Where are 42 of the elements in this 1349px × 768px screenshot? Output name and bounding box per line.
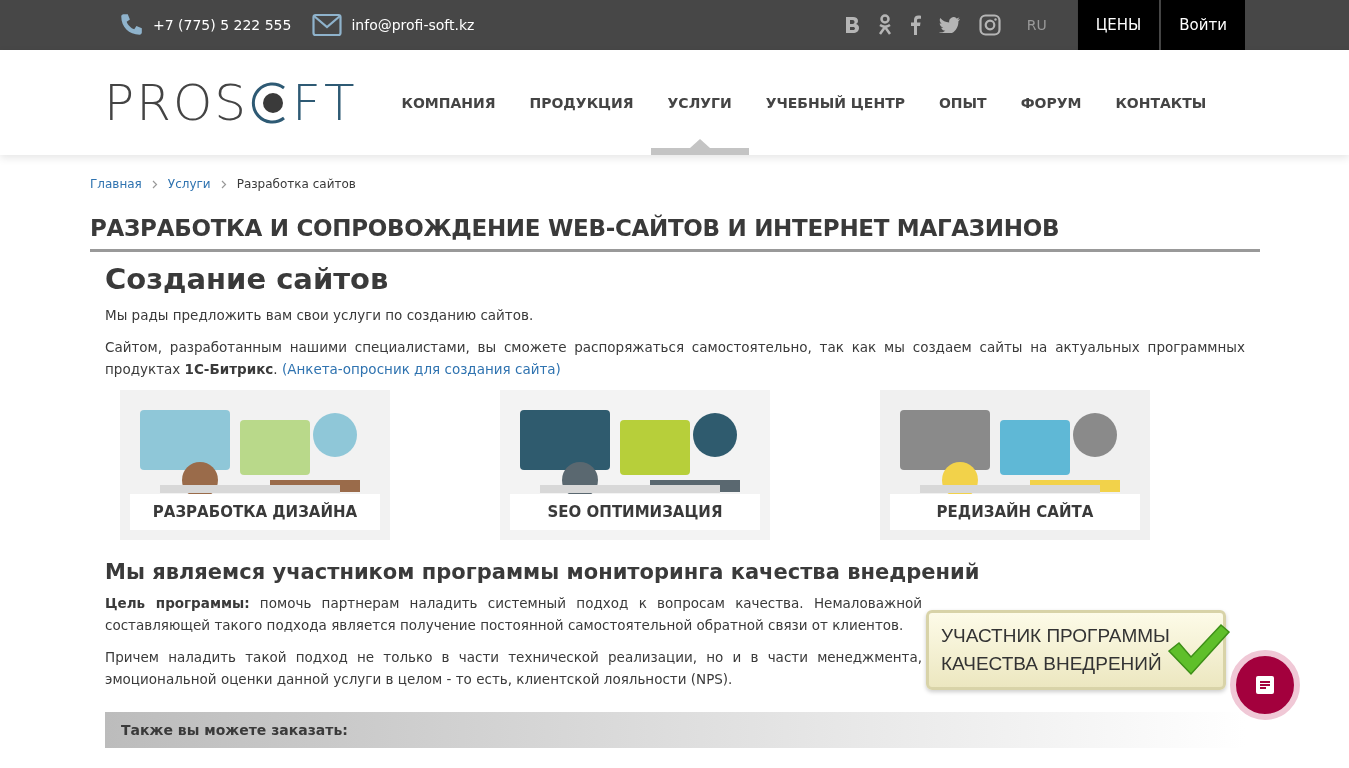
card-caption: SEO ОПТИМИЗАЦИЯ [510, 494, 760, 530]
phone-icon [118, 12, 144, 38]
ok-icon[interactable] [877, 14, 892, 36]
nav-item[interactable]: ФОРУМ [1003, 50, 1099, 155]
nav-item[interactable]: КОНТАКТЫ [1098, 50, 1224, 155]
section-title: Создание сайтов [105, 262, 390, 296]
nav-item[interactable]: УСЛУГИ [650, 50, 749, 155]
chevron-icon [151, 179, 158, 189]
email-link[interactable]: info@profi-soft.kz [351, 17, 475, 33]
program-title: Мы являемся участником программы мониторинга качества внедрений [105, 560, 981, 584]
logo-text[interactable]: FT [292, 73, 359, 132]
breadcrumb-link[interactable]: Главная [90, 177, 142, 191]
camera-icon[interactable] [978, 14, 1001, 36]
paragraph: Причем наладить такой подход не только в части технической реализации, но и в части менеджмента, эмоциональной оценки данной услуги в целом - то есть, клиентской лояльности (NPS). [105, 648, 922, 689]
service-card[interactable]: SEO ОПТИМИЗАЦИЯ [500, 390, 770, 540]
page-title: РАЗРАБОТКА И СОПРОВОЖДЕНИЕ WEB-САЙТОВ И ИНТЕРНЕТ МАГАЗИНОВ [90, 215, 1260, 252]
nav-item[interactable]: УЧЕБНЫЙ ЦЕНТР [748, 50, 922, 155]
nav-item[interactable]: ОПЫТ [921, 50, 1004, 155]
badge-text: КАЧЕСТВА ВНЕДРЕНИЙ [941, 653, 1162, 675]
nav-item[interactable]: ПРОДУКЦИЯ [512, 50, 651, 155]
current-page-label: Разработка сайтов [236, 177, 356, 191]
card-caption: РЕДИЗАЙН САЙТА [890, 494, 1140, 530]
nav-item[interactable]: КОМПАНИЯ [384, 50, 513, 155]
breadcrumb-link[interactable]: Услуги [167, 177, 211, 191]
card-caption: РАЗРАБОТКА ДИЗАЙНА [130, 494, 380, 530]
mail-icon [312, 13, 343, 37]
service-card[interactable]: РЕДИЗАЙН САЙТА [880, 390, 1150, 540]
chevron-icon [220, 179, 227, 189]
facebook-icon[interactable] [909, 15, 921, 35]
paragraph: Цель программы: помочь партнерам наладить системный подход к вопросам качества. Немаловажной составляющей такого подхода является получение постоянной самостоятельной обратной связи от клиентов. [105, 594, 922, 635]
document-icon [1255, 675, 1275, 695]
body-text: Сайтом, разработанным нашими специалистами, вы сможете распоряжаться самостоятельно, так как мы создаем сайты на актуальных программных продуктах 1С-Битрикс. (Анкета-опросник для создания сайта) [105, 338, 1245, 379]
bird-icon[interactable] [938, 17, 961, 33]
intro-text: Мы рады предложить вам свои услуги по созданию сайтов. [105, 306, 535, 325]
service-card[interactable]: РАЗРАБОТКА ДИЗАЙНА [120, 390, 390, 540]
badge-text: УЧАСТНИК ПРОГРАММЫ [941, 625, 1170, 647]
phone-number[interactable]: +7 (775) 5 222 555 [153, 17, 292, 33]
logo-text[interactable]: PROS [104, 73, 248, 132]
survey-link[interactable]: (Анкета-опросник для создания сайта) [281, 361, 561, 377]
login-button[interactable]: Войти [1160, 0, 1245, 50]
vk-icon[interactable] [843, 16, 860, 34]
prices-button[interactable]: ЦЕНЫ [1076, 0, 1160, 50]
